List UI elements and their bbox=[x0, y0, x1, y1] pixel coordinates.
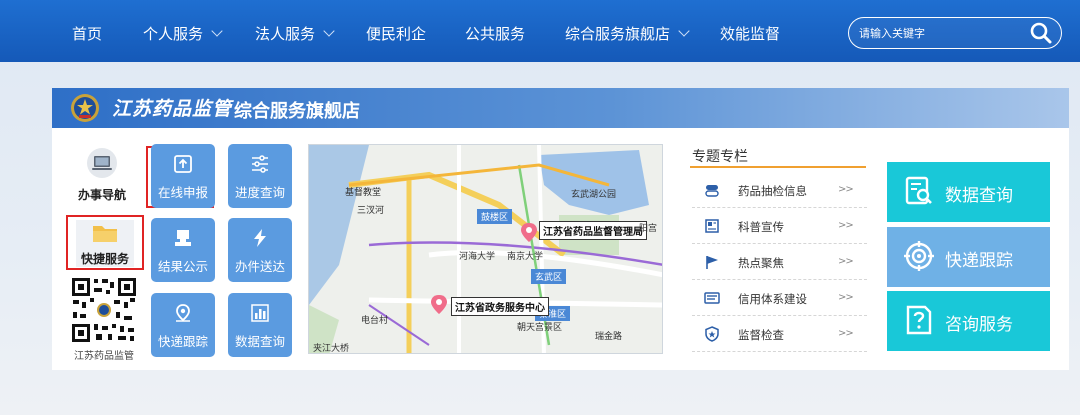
map-pin-icon[interactable] bbox=[521, 223, 537, 242]
nav-item-personal[interactable]: 个人服务 bbox=[143, 0, 223, 62]
topics-underline bbox=[690, 166, 866, 168]
map-place: 电台村 bbox=[361, 316, 389, 326]
flag-icon bbox=[706, 256, 718, 269]
stamp-icon bbox=[175, 230, 191, 246]
map-place: 三汊河 bbox=[357, 206, 385, 216]
map-place: 夹江大桥 bbox=[313, 344, 350, 354]
location-icon bbox=[176, 304, 190, 322]
map-place: 南京大学 bbox=[507, 252, 544, 262]
tile-express-tracking[interactable]: 快递跟踪 bbox=[151, 293, 215, 357]
map-place: 瑞金路 bbox=[595, 332, 623, 342]
nav-item-home[interactable]: 首页 bbox=[72, 0, 102, 62]
map-place: 阳宫 bbox=[639, 224, 658, 234]
laptop-icon bbox=[87, 148, 117, 178]
tile-result-notice[interactable]: 结果公示 bbox=[151, 218, 215, 282]
big-button-express-tracking[interactable]: 快递跟踪 bbox=[887, 227, 1050, 287]
sliders-icon bbox=[252, 155, 268, 173]
guide-nav-button[interactable]: 办事导航 bbox=[74, 148, 130, 203]
panel-title: 综合服务旗舰店 bbox=[234, 101, 360, 122]
topic-item-hotspot[interactable]: 热点聚焦 >> bbox=[692, 244, 867, 280]
newspaper-icon bbox=[705, 219, 719, 233]
nav-item-convenience[interactable]: 便民利企 bbox=[366, 0, 426, 62]
topic-item-drug-sampling[interactable]: 药品抽检信息 >> bbox=[692, 172, 867, 208]
map-place: 基督教堂 bbox=[345, 188, 382, 198]
qr-code bbox=[70, 276, 138, 344]
topic-item-inspection[interactable]: 监督检查 >> bbox=[692, 316, 867, 352]
lightning-icon bbox=[254, 229, 266, 247]
chevron-down-icon bbox=[323, 25, 335, 37]
upload-icon bbox=[174, 155, 192, 173]
search-icon[interactable] bbox=[1029, 21, 1053, 45]
chevron-down-icon bbox=[211, 25, 223, 37]
qr-caption: 江苏药品监管 bbox=[74, 351, 134, 362]
topics-title: 专题专栏 bbox=[692, 149, 748, 165]
map-district: 玄武区 bbox=[531, 269, 567, 284]
map-marker-label: 江苏省政务服务中心 bbox=[451, 297, 549, 316]
map-place: 玄武湖公园 bbox=[571, 190, 617, 200]
service-panel: 江苏药品监管 综合服务旗舰店 办事导航 快捷服务 江苏药品监管 在线申报 进度查… bbox=[52, 88, 1069, 370]
quick-service-button[interactable]: 快捷服务 bbox=[76, 220, 134, 267]
tile-online-apply[interactable]: 在线申报 bbox=[151, 144, 215, 208]
topic-item-credit[interactable]: 信用体系建设 >> bbox=[692, 280, 867, 316]
pill-icon bbox=[705, 185, 719, 197]
target-icon bbox=[904, 241, 934, 271]
big-button-consulting[interactable]: 咨询服务 bbox=[887, 291, 1050, 351]
map-marker-label: 江苏省药品监督管理局 bbox=[539, 221, 647, 240]
police-emblem-icon bbox=[71, 94, 99, 122]
map-place: 朝天宫景区 bbox=[517, 323, 563, 333]
top-nav-bar: 首页 个人服务 法人服务 便民利企 公共服务 综合服务旗舰店 效能监督 bbox=[0, 0, 1080, 62]
shield-icon bbox=[705, 326, 719, 342]
big-button-data-query[interactable]: 数据查询 bbox=[887, 162, 1050, 222]
location-map[interactable]: 鼓楼区 玄武区 秦淮区 江苏省药品监督管理局 江苏省政务服务中心 基督教堂 三汊… bbox=[308, 144, 663, 354]
question-doc-icon bbox=[906, 305, 932, 335]
brand-calligraphy: 江苏药品监管 bbox=[112, 98, 233, 120]
nav-item-supervision[interactable]: 效能监督 bbox=[720, 0, 780, 62]
nav-item-legal[interactable]: 法人服务 bbox=[255, 0, 335, 62]
folder-icon bbox=[93, 226, 117, 242]
chevron-down-icon bbox=[678, 25, 690, 37]
map-pin-icon[interactable] bbox=[431, 295, 447, 314]
map-place: 河海大学 bbox=[459, 252, 496, 262]
map-district: 鼓楼区 bbox=[477, 209, 513, 224]
tile-delivery[interactable]: 办件送达 bbox=[228, 218, 292, 282]
bar-chart-icon bbox=[251, 304, 269, 322]
document-search-icon bbox=[905, 176, 932, 205]
nav-item-public[interactable]: 公共服务 bbox=[465, 0, 525, 62]
nav-item-flagship[interactable]: 综合服务旗舰店 bbox=[565, 0, 690, 62]
panel-header: 江苏药品监管 综合服务旗舰店 bbox=[52, 88, 1069, 128]
search-input[interactable] bbox=[859, 24, 1019, 42]
tile-progress-query[interactable]: 进度查询 bbox=[228, 144, 292, 208]
topic-item-science[interactable]: 科普宣传 >> bbox=[692, 208, 867, 244]
search-box bbox=[848, 17, 1062, 49]
id-card-icon bbox=[704, 292, 720, 304]
tile-data-query[interactable]: 数据查询 bbox=[228, 293, 292, 357]
